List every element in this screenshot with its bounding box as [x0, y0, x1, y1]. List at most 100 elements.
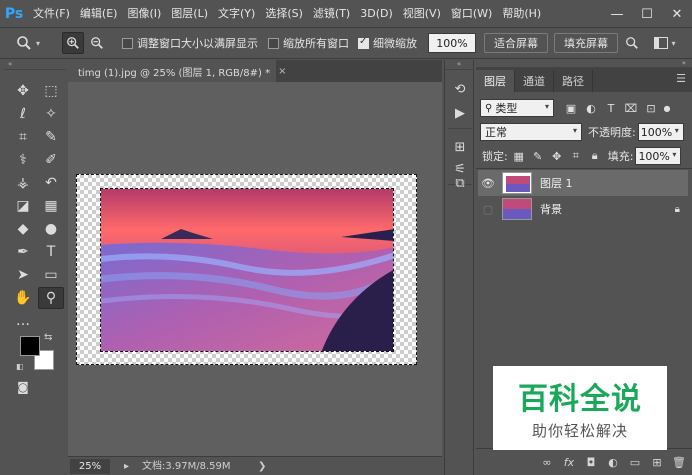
hand-tool-icon[interactable]: ✋	[10, 287, 36, 309]
fill-screen-button[interactable]: 填充屏幕	[554, 33, 618, 53]
panel-menu-icon[interactable]: ☰	[676, 72, 686, 85]
menu-item-4[interactable]: 文字(Y)	[213, 0, 260, 28]
dodge-tool-icon[interactable]: ●	[38, 218, 64, 240]
scroll-right-arrow[interactable]: ❯	[258, 457, 266, 475]
type-tool-icon[interactable]: T	[38, 241, 64, 263]
clone-source-icon[interactable]: ⧉	[449, 172, 471, 194]
zoom-out-button[interactable]	[86, 32, 108, 54]
menu-item-0[interactable]: 文件(F)	[28, 0, 75, 28]
zoom-percent-field[interactable]: 100%	[428, 33, 476, 53]
tab-paths[interactable]: 路径	[554, 70, 593, 92]
eraser-tool-icon[interactable]: ◪	[10, 195, 36, 217]
opacity-field[interactable]: 100% ▾	[637, 123, 684, 141]
layer-image[interactable]	[100, 188, 394, 352]
beach-sunset-image	[101, 189, 393, 351]
layer-name[interactable]: 背景	[540, 201, 562, 217]
lock-position-icon[interactable]: ✥	[548, 147, 566, 165]
default-colors-icon[interactable]: ◧	[16, 362, 24, 371]
menu-item-10[interactable]: 帮助(H)	[497, 0, 546, 28]
tool-preset-picker[interactable]: ▾	[8, 32, 48, 54]
move-tool-icon[interactable]: ✥	[10, 80, 36, 102]
lock-icon[interactable]: 🔒︎	[675, 204, 680, 215]
fill-field[interactable]: 100% ▾	[635, 147, 682, 165]
adjustment-icon[interactable]: ◐	[606, 456, 620, 469]
quick-mask-icon[interactable]: ◙	[12, 378, 34, 396]
zoom-all-windows-checkbox[interactable]: 缩放所有窗口	[268, 32, 349, 54]
magic-wand-tool-icon[interactable]: ✧	[38, 103, 64, 125]
menu-item-3[interactable]: 图层(L)	[166, 0, 213, 28]
clone-stamp-tool-icon[interactable]: ⚶	[10, 172, 36, 194]
filter-pixel-icon[interactable]: ▣	[562, 99, 580, 117]
path-selection-tool-icon[interactable]: ➤	[10, 264, 36, 286]
search-icon: ⚲	[485, 102, 493, 114]
more-tools-icon[interactable]: …	[10, 310, 36, 332]
lock-all-icon[interactable]: 🔒︎	[586, 147, 604, 165]
menu-item-8[interactable]: 视图(V)	[398, 0, 446, 28]
status-zoom-field[interactable]: 25%	[70, 459, 110, 474]
eye-icon[interactable]: 👁︎	[478, 177, 498, 190]
tab-channels[interactable]: 通道	[515, 70, 554, 92]
workspace-switcher[interactable]: ▾	[650, 32, 680, 54]
layer-row-layer1[interactable]: 👁︎ 图层 1	[478, 170, 688, 196]
eyedropper-tool-icon[interactable]: ✎	[38, 126, 64, 148]
group-icon[interactable]: ▭	[628, 456, 642, 469]
zoom-tool-icon[interactable]: ⚲	[38, 287, 64, 309]
pen-tool-icon[interactable]: ✒	[10, 241, 36, 263]
mask-icon[interactable]: ◘	[584, 456, 598, 469]
brush-tool-icon[interactable]: ✐	[38, 149, 64, 171]
filter-kind-dropdown[interactable]: ⚲ 类型 ▾	[480, 99, 554, 117]
filter-smart-object-icon[interactable]: ⊡	[642, 99, 660, 117]
panel-collapse-grip[interactable]: «	[4, 60, 66, 70]
maximize-button[interactable]: ☐	[632, 0, 662, 28]
lasso-tool-icon[interactable]: ℓ	[10, 103, 36, 125]
filter-shape-icon[interactable]: ⌧	[622, 99, 640, 117]
checkbox-box	[122, 37, 133, 49]
resize-windows-checkbox[interactable]: 调整窗口大小以满屏显示	[122, 32, 258, 54]
properties-icon[interactable]: ⊞	[449, 136, 471, 158]
minimize-button[interactable]: —	[602, 0, 632, 28]
scrubby-zoom-checkbox[interactable]: 细微缩放	[358, 32, 417, 54]
panel-collapse-grip[interactable]: «	[445, 60, 473, 70]
healing-brush-tool-icon[interactable]: ⚕	[10, 149, 36, 171]
search-button[interactable]	[622, 32, 642, 54]
swap-colors-icon[interactable]: ⇆	[44, 332, 52, 343]
close-tab-icon[interactable]: ×	[278, 66, 286, 77]
layer-name[interactable]: 图层 1	[540, 175, 573, 191]
blend-mode-dropdown[interactable]: 正常 ▾	[480, 123, 582, 141]
filter-toggle-icon[interactable]: ●	[662, 99, 672, 117]
menu-item-1[interactable]: 编辑(E)	[75, 0, 123, 28]
history-brush-tool-icon[interactable]: ↶	[38, 172, 64, 194]
menu-item-7[interactable]: 3D(D)	[355, 0, 398, 28]
document-size-info[interactable]: 文档:3.97M/8.59M	[142, 457, 231, 475]
marquee-tool-icon[interactable]: ⬚	[38, 80, 64, 102]
new-layer-icon[interactable]: ⊞	[650, 456, 664, 469]
menu-item-5[interactable]: 选择(S)	[260, 0, 308, 28]
layer-row-background[interactable]: ▢ 背景 🔒︎	[478, 196, 688, 222]
rectangle-tool-icon[interactable]: ▭	[38, 264, 64, 286]
link-icon[interactable]: ∞	[540, 456, 554, 469]
lock-transparent-icon[interactable]: ▦	[510, 147, 528, 165]
filter-adjustment-icon[interactable]: ◐	[582, 99, 600, 117]
lock-image-icon[interactable]: ✎	[529, 147, 547, 165]
zoom-in-button[interactable]	[62, 32, 84, 54]
play-icon[interactable]: ▶	[449, 102, 471, 124]
crop-tool-icon[interactable]: ⌗	[10, 126, 36, 148]
visibility-toggle[interactable]: ▢	[478, 203, 498, 216]
gradient-tool-icon[interactable]: ▦	[38, 195, 64, 217]
filter-type-icon[interactable]: T	[602, 99, 620, 117]
foreground-color-swatch[interactable]	[20, 336, 40, 356]
fit-screen-button[interactable]: 适合屏幕	[484, 33, 548, 53]
menu-item-2[interactable]: 图像(I)	[122, 0, 166, 28]
status-menu-arrow[interactable]: ▸	[124, 457, 129, 475]
panel-collapse-grip[interactable]: »	[476, 60, 692, 68]
blur-tool-icon[interactable]: ◆	[10, 218, 36, 240]
history-icon[interactable]: ⟲	[449, 78, 471, 100]
menu-item-9[interactable]: 窗口(W)	[446, 0, 497, 28]
delete-icon[interactable]: 🗑︎	[672, 456, 686, 469]
document-tab[interactable]: timg (1).jpg @ 25% (图层 1, RGB/8#) * ×	[68, 60, 287, 82]
menu-item-6[interactable]: 滤镜(T)	[308, 0, 355, 28]
lock-artboard-icon[interactable]: ⌗	[567, 147, 585, 165]
tab-layers[interactable]: 图层	[476, 70, 515, 92]
fx-icon[interactable]: fx	[562, 456, 576, 469]
close-button[interactable]: ✕	[662, 0, 692, 28]
